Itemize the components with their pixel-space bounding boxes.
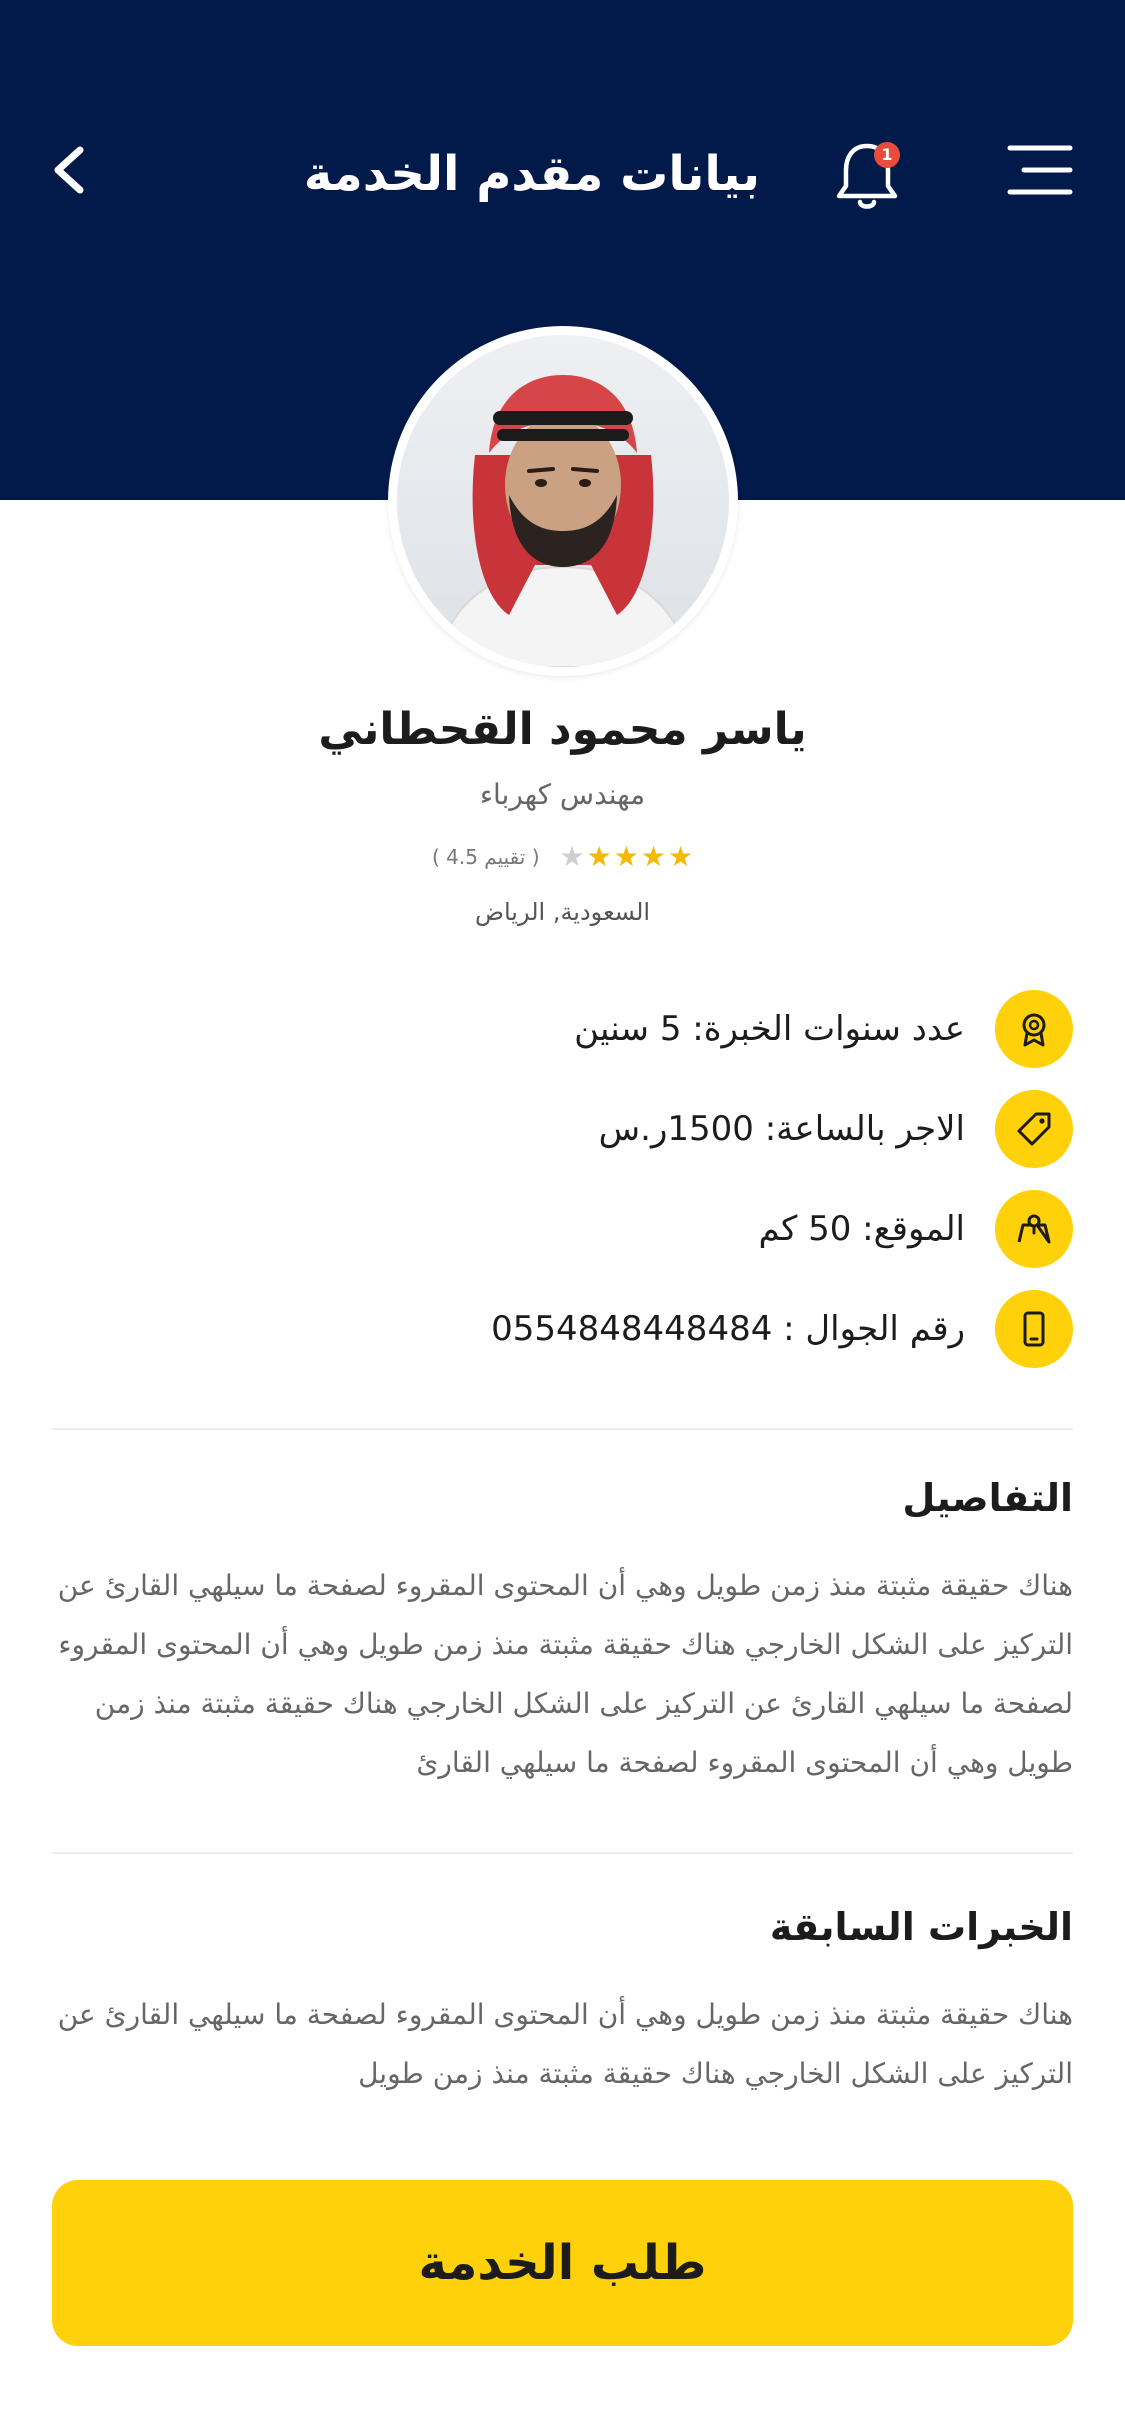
person-photo-icon [435,375,691,667]
details-title: التفاصيل [902,1476,1073,1520]
map-icon [995,1190,1073,1268]
divider [52,1428,1073,1430]
info-row-hourly-rate: الاجر بالساعة: 1500ر.س [313,1089,1073,1169]
experience-body: هناك حقيقة مثبتة منذ زمن طويل وهي أن الم… [57,1998,1073,2090]
avatar-photo [397,335,729,667]
divider [52,1852,1073,1854]
experience-title: الخبرات السابقة [769,1905,1073,1949]
star-icon: ★ [613,840,639,873]
info-row-phone: رقم الجوال : 0554848448484 [313,1289,1073,1369]
star-icon: ★ [640,840,666,873]
hourly-rate-text: الاجر بالساعة: 1500ر.س [598,1109,965,1149]
award-icon [995,990,1073,1068]
provider-location: السعودية, الرياض [474,898,651,926]
rating-text: ( تقييم 4.5 ) [431,845,540,869]
provider-name: ياسر محمود القحطاني [318,704,807,755]
hamburger-menu-icon [1007,145,1073,195]
star-icon: ★ [586,840,612,873]
notification-badge: 1 [874,142,900,168]
rating-stars: ★ ★ ★ ★ ★ [560,842,694,872]
phone-icon [995,1290,1073,1368]
back-button[interactable] [36,130,100,210]
distance-text: الموقع: 50 كم [758,1209,965,1249]
menu-button[interactable] [1004,140,1074,200]
phone-number-text: رقم الجوال : 0554848448484 [491,1309,965,1349]
star-icon: ★ [667,840,694,873]
request-service-button[interactable]: طلب الخدمة [52,2180,1073,2346]
avatar [388,326,738,676]
page-title: بيانات مقدم الخدمة [303,146,760,202]
details-body: هناك حقيقة مثبتة منذ زمن طويل وهي أن الم… [57,1569,1073,1779]
star-icon: ★ [559,840,585,873]
experience-years-text: عدد سنوات الخبرة: 5 سنين [574,1009,965,1049]
chevron-left-icon [54,146,84,194]
provider-job-title: مهندس كهرباء [479,778,646,811]
rating-row: ★ ★ ★ ★ ★ ( تقييم 4.5 ) [0,842,1125,872]
price-tag-icon [995,1090,1073,1168]
info-row-experience: عدد سنوات الخبرة: 5 سنين [313,989,1073,1069]
info-row-location: الموقع: 50 كم [313,1189,1073,1269]
notifications-button[interactable]: 1 [830,136,904,216]
